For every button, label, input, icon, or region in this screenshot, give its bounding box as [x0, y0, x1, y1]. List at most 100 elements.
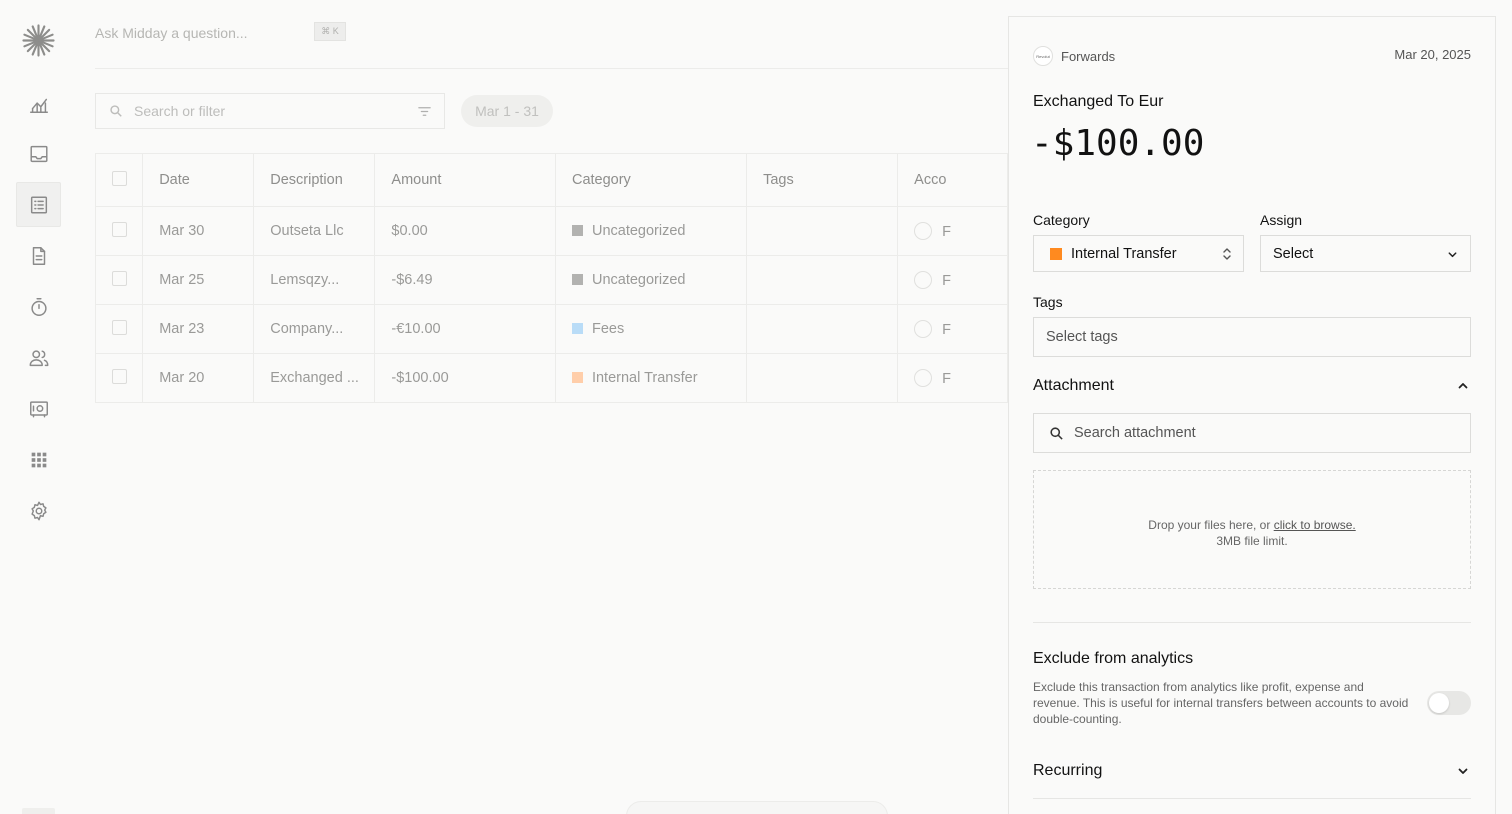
exclude-analytics-toggle[interactable] [1427, 691, 1471, 715]
user-avatar[interactable] [22, 808, 55, 814]
nav-inbox[interactable] [16, 131, 61, 176]
invoice-icon [32, 246, 45, 265]
dropzone-text-line: Drop your files here, or click to browse… [1034, 517, 1470, 533]
row-checkbox[interactable] [112, 319, 127, 335]
toggle-knob [1429, 693, 1449, 713]
tags-label: Tags [1033, 294, 1063, 310]
attachment-dropzone[interactable]: Drop your files here, or click to browse… [1033, 470, 1471, 589]
section-divider [1033, 622, 1471, 623]
tags-select[interactable]: Select tags [1033, 317, 1471, 357]
assign-select[interactable]: Select [1260, 235, 1471, 272]
category-value: Internal Transfer [1071, 245, 1177, 262]
ask-assistant-input[interactable]: Ask Midday a question... [95, 25, 248, 41]
row-description: Company... [253, 304, 376, 354]
transactions-table: Date Description Amount Category Tags Ac… [94, 153, 1008, 403]
transaction-date: Mar 20, 2025 [1394, 47, 1471, 62]
nav-tracker[interactable] [16, 284, 61, 329]
nav-customers[interactable] [16, 335, 61, 380]
bank-logo: Revolut [1033, 46, 1053, 66]
row-category: Uncategorized [591, 223, 686, 239]
search-filter-input[interactable]: Search or filter [95, 93, 445, 129]
row-date: Mar 23 [142, 304, 255, 354]
attachment-search-input[interactable]: Search attachment [1033, 413, 1471, 453]
category-select[interactable]: Internal Transfer [1033, 235, 1244, 272]
row-description: Lemsqzy... [253, 255, 376, 305]
nav-transactions[interactable] [16, 182, 61, 227]
attachment-search-placeholder: Search attachment [1074, 425, 1196, 441]
row-checkbox[interactable] [112, 221, 127, 237]
row-checkbox[interactable] [112, 368, 127, 384]
bank-logo-icon [914, 222, 933, 240]
row-account-cell: F [897, 353, 1008, 403]
main-content: Ask Midday a question... ⌘ K Search or f… [94, 0, 1008, 814]
timer-icon [30, 297, 47, 316]
table-row[interactable]: Mar 20 Exchanged ... -$100.00 Internal T… [94, 353, 1008, 403]
category-swatch [571, 274, 583, 285]
row-category-cell: Fees [554, 304, 748, 354]
chevrons-up-down-icon [1223, 248, 1231, 260]
row-tags [746, 255, 899, 305]
exclude-description: Exclude this transaction from analytics … [1033, 680, 1409, 726]
table-row[interactable]: Mar 30 Outseta Llc $0.00 Uncategorized F [94, 206, 1008, 256]
nav-vault[interactable] [16, 386, 61, 431]
chevron-down-icon [1448, 252, 1457, 258]
chevron-down-icon[interactable] [1457, 765, 1469, 777]
transaction-title: Exchanged To Eur [1033, 93, 1164, 110]
chevron-up-icon[interactable] [1457, 380, 1469, 392]
column-header-amount[interactable]: Amount [374, 153, 556, 207]
row-account: F [942, 224, 952, 240]
row-account: F [942, 371, 952, 387]
filter-icon[interactable] [417, 104, 432, 119]
row-checkbox[interactable] [112, 270, 127, 286]
row-account-cell: F [897, 304, 1008, 354]
column-header-tags[interactable]: Tags [746, 153, 899, 207]
transactions-icon [30, 195, 47, 214]
vault-icon [29, 400, 48, 418]
row-amount: -€10.00 [374, 304, 556, 354]
account-name: Forwards [1061, 49, 1116, 64]
table-row[interactable]: Mar 25 Lemsqzy... -$6.49 Uncategorized F [94, 255, 1008, 305]
column-header-account[interactable]: Acco [897, 153, 1008, 207]
row-select-cell[interactable] [94, 255, 144, 305]
chart-icon [29, 98, 48, 113]
search-icon [110, 105, 122, 117]
row-select-cell[interactable] [94, 353, 144, 403]
row-date: Mar 30 [142, 206, 255, 256]
dropzone-text: Drop your files here, or [1148, 518, 1271, 532]
recurring-title[interactable]: Recurring [1033, 762, 1102, 780]
nav-overview[interactable] [16, 81, 61, 126]
column-header-description[interactable]: Description [253, 153, 376, 207]
table-row[interactable]: Mar 23 Company... -€10.00 Fees F [94, 304, 1008, 354]
row-tags [746, 304, 899, 354]
browse-link[interactable]: click to browse. [1274, 518, 1356, 532]
row-select-cell[interactable] [94, 304, 144, 354]
row-select-cell[interactable] [94, 206, 144, 256]
inbox-icon [29, 145, 48, 162]
sidebar [0, 0, 77, 814]
column-header-category[interactable]: Category [554, 153, 748, 207]
row-account-cell: F [897, 255, 1008, 305]
category-swatch [571, 225, 583, 236]
bank-logo-icon [914, 271, 933, 289]
select-all-checkbox[interactable] [112, 170, 127, 186]
row-category: Fees [591, 321, 625, 337]
category-color-swatch [1050, 247, 1062, 260]
nav-settings[interactable] [16, 488, 61, 533]
gear-icon [30, 501, 47, 520]
row-category-cell: Internal Transfer [554, 353, 748, 403]
row-account: F [942, 322, 952, 338]
midday-logo[interactable] [22, 24, 55, 57]
category-swatch [571, 323, 583, 334]
select-all-cell[interactable] [94, 153, 144, 207]
row-date: Mar 25 [142, 255, 255, 305]
row-description: Exchanged ... [253, 353, 376, 403]
column-header-date[interactable]: Date [142, 153, 255, 207]
bottom-action-bar[interactable] [626, 801, 888, 814]
transaction-amount: -$100.00 [1031, 123, 1205, 164]
nav-apps[interactable] [16, 437, 61, 482]
row-amount: -$6.49 [374, 255, 556, 305]
attachment-title: Attachment [1033, 377, 1114, 394]
assign-label: Assign [1260, 212, 1303, 228]
nav-invoices[interactable] [16, 233, 61, 278]
date-range-button[interactable]: Mar 1 - 31 [461, 95, 553, 127]
